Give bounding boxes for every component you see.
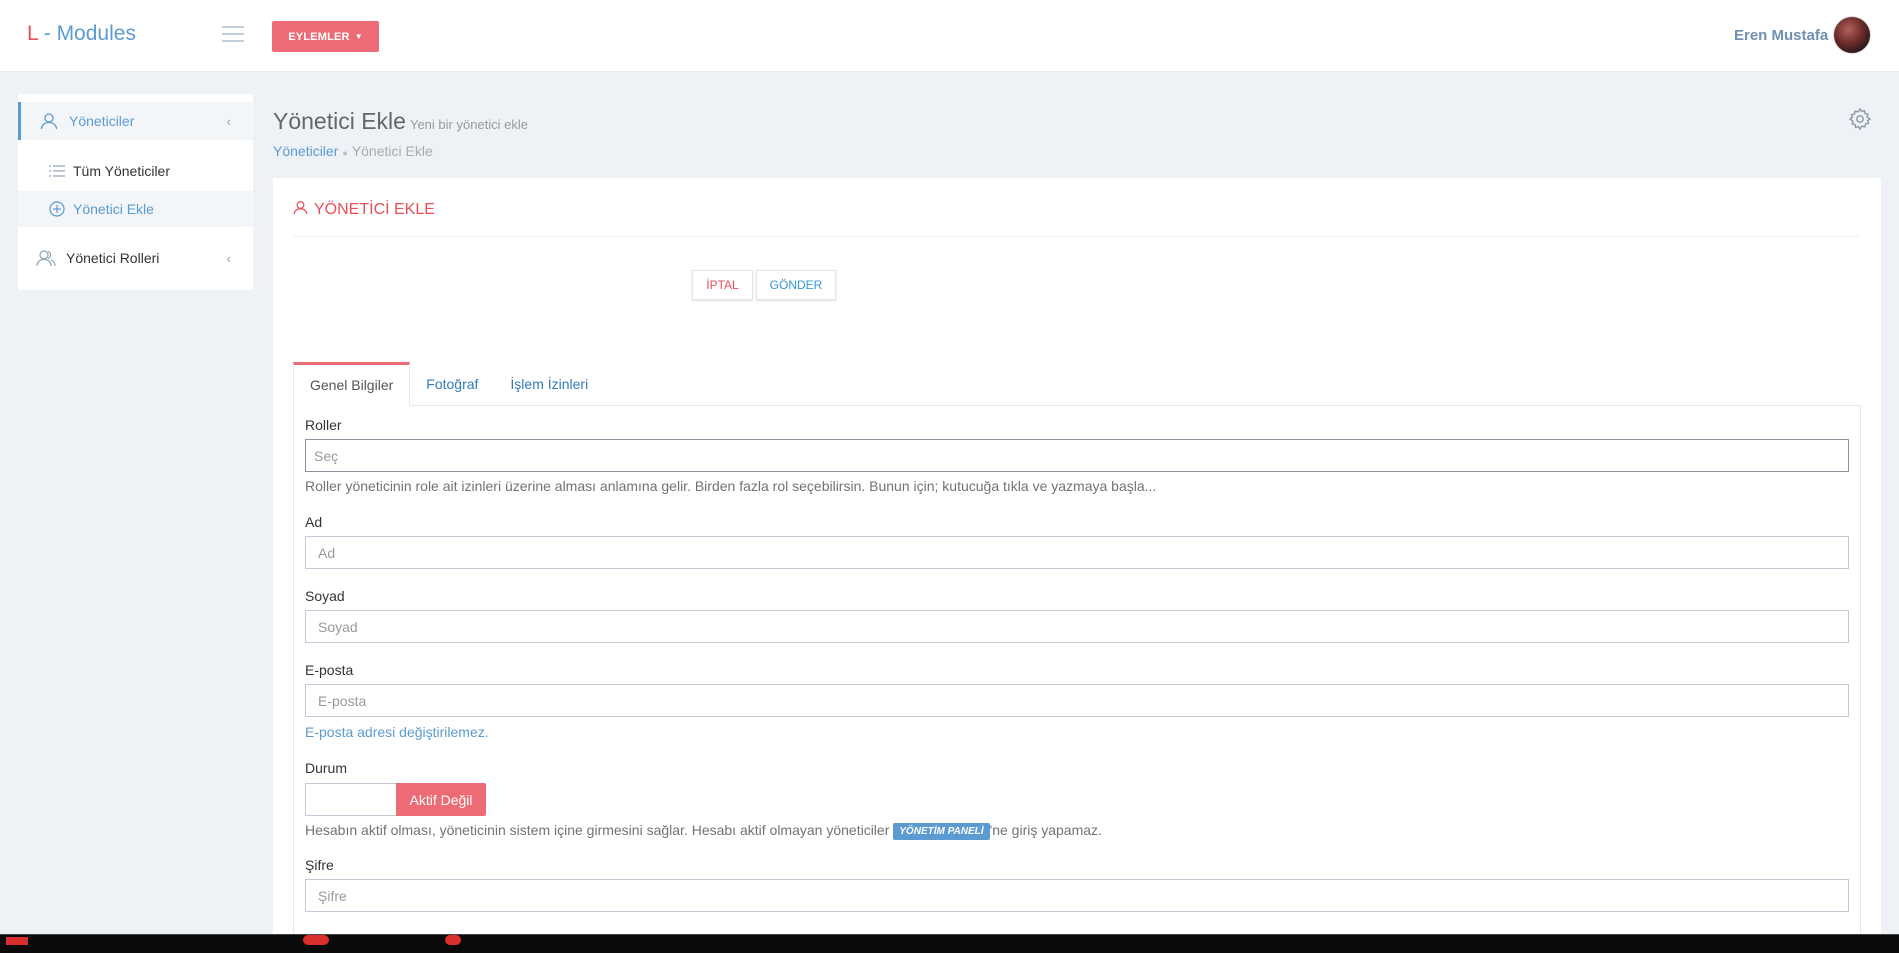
form-portlet: YÖNETİCİ EKLE İPTAL GÖNDER Genel Bilgile…	[273, 178, 1881, 945]
user-name[interactable]: Eren Mustafa	[1734, 27, 1828, 44]
page-title-text: Yönetici Ekle	[273, 108, 406, 134]
bottom-system-bar	[0, 934, 1899, 953]
status-toggle-button[interactable]: Aktif Değil	[396, 783, 486, 816]
chevron-left-icon: ‹	[226, 250, 231, 266]
roles-select-input[interactable]	[305, 439, 1849, 472]
status-help-before: Hesabın aktif olması, yöneticinin sistem…	[305, 822, 894, 838]
chevron-left-icon: ‹	[226, 113, 231, 129]
name-input[interactable]	[305, 536, 1849, 569]
list-icon	[49, 165, 65, 177]
sidebar-subitem-label: Yönetici Ekle	[73, 201, 154, 217]
email-input[interactable]	[305, 684, 1849, 717]
email-label: E-posta	[305, 662, 354, 678]
surname-input[interactable]	[305, 610, 1849, 643]
notification-badge-icon	[445, 935, 461, 945]
sidebar-item-label: Yönetici Rolleri	[66, 250, 160, 266]
password-label: Şifre	[305, 857, 334, 873]
breadcrumb-separator-icon: ●	[342, 148, 348, 158]
divider	[293, 236, 1861, 237]
menu-toggle-icon[interactable]	[222, 26, 244, 42]
avatar[interactable]	[1833, 16, 1871, 54]
breadcrumb-link-yoneticiler[interactable]: Yöneticiler	[273, 143, 338, 159]
tab-islem-izinleri[interactable]: İşlem İzinleri	[494, 362, 604, 406]
sidebar-subitem-label: Tüm Yöneticiler	[73, 163, 171, 179]
submit-button[interactable]: GÖNDER	[756, 270, 836, 300]
logo-text: - Modules	[37, 22, 136, 45]
sidebar-item-label: Yöneticiler	[69, 113, 135, 129]
email-help-text: E-posta adresi değiştirilemez.	[305, 724, 489, 740]
page-title: Yönetici Ekle Yeni bir yönetici ekle	[273, 108, 528, 135]
surname-label: Soyad	[305, 588, 345, 604]
sidebar-subitem-tum-yoneticiler[interactable]: Tüm Yöneticiler	[18, 153, 253, 189]
actions-label: EYLEMLER	[288, 30, 350, 43]
status-label: Durum	[305, 760, 348, 776]
sidebar-item-yoneticiler[interactable]: Yöneticiler ‹	[18, 102, 253, 140]
app-logo[interactable]: L - Modules	[27, 22, 136, 46]
users-icon	[36, 248, 56, 268]
status-toggle-track[interactable]	[305, 783, 398, 816]
user-icon	[293, 200, 308, 220]
sidebar: Yöneticiler ‹ Tüm Yöneticiler Yönetici E…	[18, 94, 253, 290]
cancel-button[interactable]: İPTAL	[692, 270, 753, 300]
bottom-bar-icon	[6, 937, 28, 945]
roles-help-text: Roller yöneticinin role ait izinleri üze…	[305, 478, 1157, 494]
tab-genel-bilgiler[interactable]: Genel Bilgiler	[293, 362, 411, 406]
top-header: L - Modules EYLEMLER ▼ Eren Mustafa	[0, 0, 1899, 72]
name-label: Ad	[305, 514, 323, 530]
chevron-down-icon: ▼	[354, 32, 363, 41]
roles-label: Roller	[305, 417, 342, 433]
page-subtitle: Yeni bir yönetici ekle	[409, 117, 529, 132]
user-icon	[39, 111, 59, 131]
status-help-after: 'ne giriş yapamaz.	[989, 822, 1102, 838]
gear-icon[interactable]	[1848, 107, 1872, 134]
breadcrumb: Yöneticiler ● Yönetici Ekle	[273, 143, 433, 159]
actions-dropdown-button[interactable]: EYLEMLER ▼	[272, 21, 379, 52]
status-help-text: Hesabın aktif olması, yöneticinin sistem…	[305, 822, 1102, 840]
notification-badge-icon	[303, 935, 329, 945]
sidebar-item-yonetici-rolleri[interactable]: Yönetici Rolleri ‹	[18, 239, 253, 277]
portlet-title: YÖNETİCİ EKLE	[293, 200, 435, 220]
sidebar-subitem-yonetici-ekle[interactable]: Yönetici Ekle	[18, 191, 253, 227]
password-input[interactable]	[305, 879, 1849, 912]
portlet-title-text: YÖNETİCİ EKLE	[314, 201, 435, 218]
status-help-badge: YÖNETİM PANELİ	[893, 823, 990, 840]
logo-prefix: L	[27, 22, 38, 45]
tab-fotograf[interactable]: Fotoğraf	[410, 362, 494, 406]
plus-circle-icon	[49, 201, 65, 217]
tab-bar: Genel Bilgiler Fotoğraf İşlem İzinleri	[293, 362, 604, 406]
breadcrumb-current: Yönetici Ekle	[351, 143, 433, 159]
